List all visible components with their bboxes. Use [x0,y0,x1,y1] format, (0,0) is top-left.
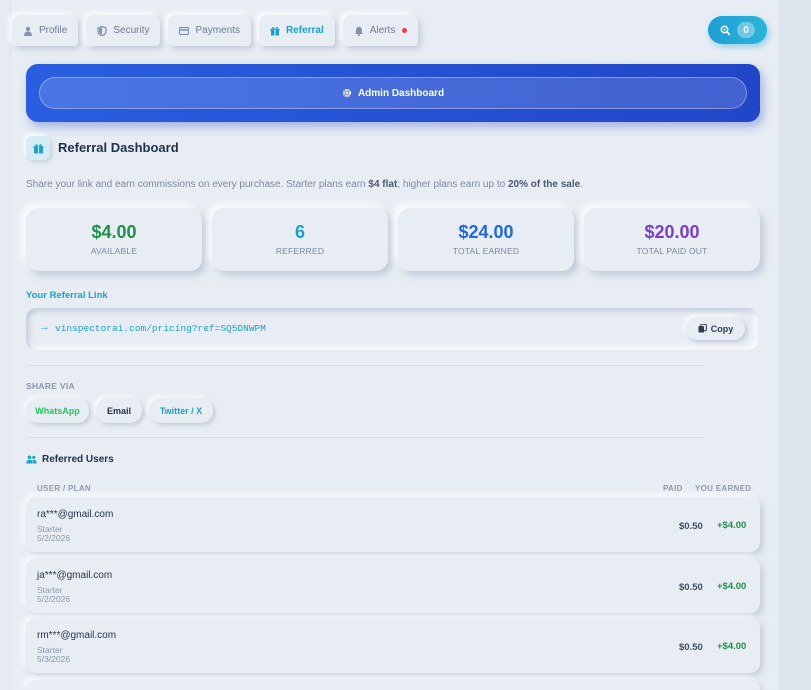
table-row: ja***@gmail.com Starter 5/2/2026 $0.50 +$… [26,558,760,613]
credits-button[interactable]: 0 [708,16,767,44]
tab-referral[interactable]: Referral [258,15,335,46]
column-header-paid: PAID [663,484,683,493]
notification-dot [402,28,408,33]
paid-amount: $0.50 [679,642,703,653]
stat-value: $4.00 [91,222,137,242]
user-email: rm***@gmail.com [37,630,117,641]
stat-label: TOTAL PAID OUT [636,246,708,256]
tab-label: Payments [195,25,240,36]
paid-amount: $0.50 [679,582,703,593]
tab-security[interactable]: Security [86,15,161,46]
user-icon [24,26,32,36]
referral-link-field[interactable]: → vinspectorai.com/pricing?ref=SQ5DNWPM … [26,308,758,350]
stat-label: REFERRED [275,246,325,256]
referral-link-label: Your Referral Link [26,290,108,301]
user-plan: Starter 5/3/2026 [37,645,71,664]
page-title: Referral Dashboard [58,140,179,155]
referral-link-url[interactable]: vinspectorai.com/pricing?ref=SQ5DNWPM [55,323,266,334]
user-plan: Starter 5/2/2026 [37,524,71,543]
stat-total-paid-out: $20.00 TOTAL PAID OUT [584,208,760,271]
table-row [26,680,760,690]
stat-referred: 6 REFERRED [212,208,388,271]
stat-value: 6 [294,222,305,242]
admin-banner: Admin Dashboard [26,64,760,122]
divider [26,437,704,438]
stat-label: TOTAL EARNED [452,246,520,256]
share-email-button[interactable]: Email [96,398,142,423]
earned-amount: +$4.00 [717,581,747,592]
stat-value: $20.00 [644,222,700,242]
referral-description: Share your link and earn commissions on … [26,179,583,190]
share-via-label: SHARE VIA [26,381,75,391]
search-icon [720,25,731,36]
tab-label: Profile [39,25,68,36]
tab-label: Security [113,25,150,36]
copy-icon [698,324,707,333]
stat-available: $4.00 AVAILABLE [26,208,202,271]
admin-dashboard-button[interactable]: Admin Dashboard [39,77,747,109]
users-icon [26,455,37,464]
user-plan: Starter 5/2/2026 [37,585,71,604]
gift-icon [270,26,280,35]
arrow-right-icon: → [39,321,50,333]
scroll-area-edge [778,0,811,690]
tab-bar: Profile Security Payments Referral Alert… [12,15,419,46]
stat-label: AVAILABLE [90,246,138,256]
column-header-user: USER / PLAN [37,484,91,493]
column-header-earned: YOU EARNED [695,484,752,493]
copy-button[interactable]: Copy [686,317,745,340]
user-email: ja***@gmail.com [37,570,113,581]
tab-label: Alerts [369,25,396,36]
gear-icon [342,88,352,98]
tab-profile[interactable]: Profile [12,15,79,46]
earned-amount: +$4.00 [717,520,747,531]
paid-amount: $0.50 [679,521,703,532]
tab-payments[interactable]: Payments [168,15,251,46]
tab-alerts[interactable]: Alerts [342,15,419,46]
stat-total-earned: $24.00 TOTAL EARNED [398,208,574,271]
share-whatsapp-button[interactable]: WhatsApp [26,398,89,423]
table-row: ra***@gmail.com Starter 5/2/2026 $0.50 +$… [26,497,760,552]
copy-label: Copy [710,323,734,334]
credits-count: 0 [737,22,755,38]
referred-users-title: Referred Users [42,454,114,465]
divider [26,365,704,366]
share-twitter-button[interactable]: Twitter / X [149,398,213,423]
bell-icon [354,26,363,36]
earned-amount: +$4.00 [717,641,747,652]
table-row: rm***@gmail.com Starter 5/3/2026 $0.50 +$… [26,618,760,673]
admin-dashboard-label: Admin Dashboard [357,87,445,99]
referral-header-icon [26,136,50,160]
shield-icon [97,25,108,36]
tab-label: Referral [285,25,324,36]
stat-value: $24.00 [458,222,514,242]
user-email: ra***@gmail.com [37,509,114,520]
credit-card-icon [179,26,190,35]
gift-icon [33,143,43,153]
